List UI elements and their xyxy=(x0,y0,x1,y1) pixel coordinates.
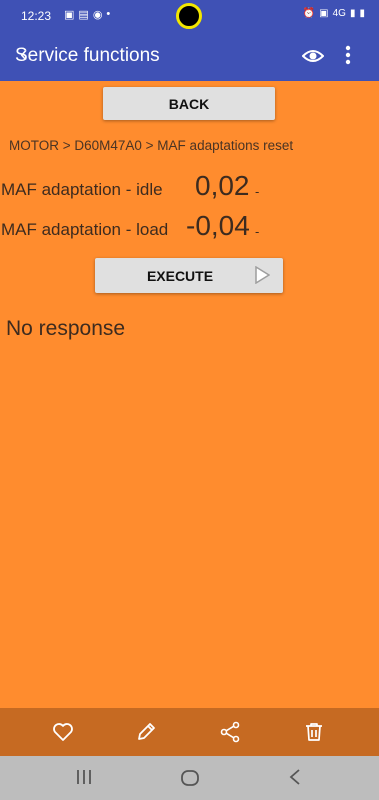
camera-cutout xyxy=(176,3,202,29)
signal-icon: ▮ xyxy=(349,8,356,19)
home-icon[interactable] xyxy=(180,768,200,788)
page-title: Service functions xyxy=(15,45,160,66)
back-button[interactable]: BACK xyxy=(103,87,275,120)
dot-icon: • xyxy=(106,8,111,20)
back-icon[interactable] xyxy=(287,768,303,786)
maf-idle-label: MAF adaptation - idle xyxy=(1,180,163,199)
gallery-icon: ▤ xyxy=(78,9,89,21)
maf-load-unit: - xyxy=(255,224,260,239)
share-icon[interactable] xyxy=(218,720,242,744)
app-bar: ‹ Service functions xyxy=(0,31,379,81)
maf-load-value: -0,04 xyxy=(186,210,250,241)
execute-label: EXECUTE xyxy=(146,267,214,284)
maf-idle-value: 0,02 xyxy=(195,170,250,201)
maf-idle-unit: - xyxy=(255,184,260,199)
pencil-icon[interactable] xyxy=(134,720,158,744)
network-4g-icon: 4G xyxy=(332,8,346,19)
more-vert-icon[interactable] xyxy=(340,43,356,67)
status-bar: 12:23 ▣ ▤ ◉ • ⏰ ▣ 4G ▮ ▮ xyxy=(0,0,379,31)
status-time: 12:23 xyxy=(21,9,52,23)
battery-icon: ▮ xyxy=(359,8,365,19)
execute-button[interactable]: EXECUTE xyxy=(95,258,283,293)
image-icon: ▣ xyxy=(64,9,75,21)
breadcrumb: MOTOR > D60M47A0 > MAF adaptations reset xyxy=(9,138,294,153)
play-icon xyxy=(255,266,270,284)
trash-icon[interactable] xyxy=(302,720,326,744)
eye-icon[interactable] xyxy=(302,46,324,66)
heart-icon[interactable] xyxy=(51,720,75,744)
notification-icons: ▣ ▤ ◉ • xyxy=(64,8,110,21)
recents-icon[interactable] xyxy=(75,768,93,786)
bottom-toolbar xyxy=(0,708,379,756)
location-icon: ◉ xyxy=(92,9,103,21)
alarm-icon: ⏰ xyxy=(302,8,316,19)
system-nav-bar xyxy=(0,756,379,800)
response-text: No response xyxy=(6,317,126,340)
maf-load-label: MAF adaptation - load xyxy=(1,220,169,239)
vibrate-icon: ▣ xyxy=(319,8,329,19)
system-icons: ⏰ ▣ 4G ▮ ▮ xyxy=(303,8,365,19)
